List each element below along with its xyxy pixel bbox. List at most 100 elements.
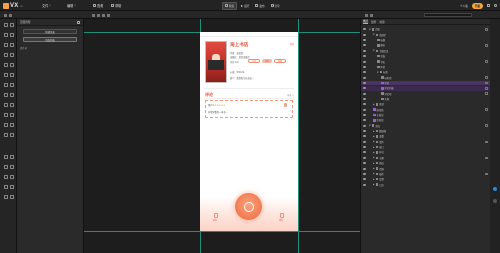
visibility-icon[interactable] xyxy=(363,183,366,186)
chevron-down-icon[interactable]: ▼ xyxy=(369,124,371,127)
layer-row[interactable]: 书名 xyxy=(361,59,491,64)
align-center-icon[interactable] xyxy=(97,13,100,17)
frame-tool-icon[interactable] xyxy=(10,23,14,27)
lock-icon[interactable] xyxy=(485,81,488,85)
visibility-icon[interactable] xyxy=(363,33,366,36)
chevron-right-icon[interactable]: ▶ xyxy=(373,140,375,143)
layer-row[interactable]: ▶ 数据源 xyxy=(361,129,491,134)
visibility-icon[interactable] xyxy=(363,39,366,42)
visibility-icon[interactable] xyxy=(363,124,366,127)
chevron-down-icon[interactable]: ▼ xyxy=(373,49,375,52)
menu-file[interactable]: 文件 ▾ xyxy=(42,0,51,11)
visibility-icon[interactable] xyxy=(363,71,366,74)
preview-button[interactable]: 预览 xyxy=(222,1,238,10)
theme-tool-icon[interactable] xyxy=(10,175,14,179)
visibility-icon[interactable] xyxy=(363,108,366,111)
phone-artboard[interactable]: 海上书店 分享 作者：某某某 出版社：某某出版社 评分 9.2 小说 文学 经典… xyxy=(200,32,298,231)
lock-icon[interactable] xyxy=(485,124,488,127)
visibility-icon[interactable] xyxy=(363,81,366,84)
chevron-right-icon[interactable]: ▶ xyxy=(373,103,375,106)
distribute-icon[interactable] xyxy=(107,13,110,17)
align-right-icon[interactable] xyxy=(102,13,105,17)
menu-help[interactable]: 帮助 xyxy=(111,0,121,11)
chevron-down-icon[interactable]: ▼ xyxy=(369,28,371,31)
visibility-icon[interactable] xyxy=(363,97,366,100)
button-tool-icon[interactable] xyxy=(4,53,8,57)
app-logo[interactable]: VX ai xyxy=(3,1,23,10)
layer-row[interactable]: ▶ 资源 xyxy=(361,166,491,171)
tab-tool-icon[interactable] xyxy=(4,113,8,117)
layer-row[interactable]: ▼ 全局 xyxy=(361,123,491,128)
visibility-icon[interactable] xyxy=(363,156,366,159)
lock-icon[interactable] xyxy=(485,44,488,47)
video-tool-icon[interactable] xyxy=(4,93,8,97)
lock-icon[interactable] xyxy=(485,87,488,90)
avatar[interactable] xyxy=(494,4,497,7)
tab-layers[interactable]: 图层 xyxy=(363,19,369,24)
layer-row[interactable]: ▼ 书籍信息 xyxy=(361,48,491,53)
visibility-icon[interactable] xyxy=(363,119,366,122)
visibility-icon[interactable] xyxy=(363,65,366,68)
home-icon[interactable] xyxy=(214,213,218,218)
chevron-right-icon[interactable]: ▶ xyxy=(373,183,375,186)
undo-icon[interactable] xyxy=(4,13,7,17)
layer-row[interactable]: ▶ 主题 xyxy=(361,155,491,160)
lock-icon[interactable] xyxy=(485,108,488,111)
publish-button[interactable]: 发布 xyxy=(253,3,266,9)
rect-tool-icon[interactable] xyxy=(4,43,8,47)
lock-icon[interactable] xyxy=(485,140,488,144)
redo-icon[interactable] xyxy=(9,13,12,17)
text-tool-icon[interactable] xyxy=(4,33,8,37)
menu-edit[interactable]: 编辑 ▾ xyxy=(67,0,76,11)
visibility-icon[interactable] xyxy=(363,140,366,143)
visibility-icon[interactable] xyxy=(363,151,366,154)
visibility-icon[interactable] xyxy=(363,162,366,165)
lock-icon[interactable] xyxy=(485,92,488,95)
layer-row[interactable]: 评论项 xyxy=(361,91,491,96)
layer-row[interactable]: 主按钮 xyxy=(361,113,491,118)
chevron-right-icon[interactable]: ▶ xyxy=(373,146,375,149)
book-title[interactable]: 海上书店 xyxy=(230,42,248,48)
layer-row[interactable]: ▶ 插件 xyxy=(361,171,491,176)
chevron-down-icon[interactable]: ▼ xyxy=(373,33,375,36)
new-page-button[interactable]: 新建页面 xyxy=(23,29,77,34)
link-tool-icon[interactable] xyxy=(4,73,8,77)
layer-row[interactable]: 标题 xyxy=(361,38,491,43)
chevron-right-icon[interactable]: ▶ xyxy=(373,162,375,165)
layer-row[interactable]: 评论 xyxy=(361,80,491,86)
layer-row[interactable]: 头像 xyxy=(361,97,491,102)
assistant-icon[interactable] xyxy=(493,187,497,191)
tag-pill[interactable]: 小说 xyxy=(248,59,260,63)
layer-row[interactable]: ▶ 接口 xyxy=(361,145,491,150)
visibility-icon[interactable] xyxy=(363,103,366,106)
style-tool-icon[interactable] xyxy=(4,175,8,179)
align-left-icon[interactable] xyxy=(92,13,95,17)
layer-row[interactable]: ▶ 变量 xyxy=(361,134,491,139)
floating-action-button[interactable] xyxy=(235,193,262,220)
asset-tool-icon[interactable] xyxy=(4,185,8,189)
layer-row[interactable]: ▶ 日志 xyxy=(361,182,491,187)
select-tool-icon[interactable] xyxy=(4,23,8,27)
run-button[interactable]: 运行 xyxy=(239,3,251,9)
layer-row[interactable]: ▶ 事件 xyxy=(361,139,491,144)
tag-pill[interactable]: 经典 xyxy=(274,59,286,63)
layer-row[interactable]: 按钮组 xyxy=(361,107,491,112)
visibility-icon[interactable] xyxy=(363,178,366,181)
profile-icon[interactable] xyxy=(280,213,284,218)
layer-row[interactable]: 次按钮 xyxy=(361,118,491,123)
design-canvas[interactable]: 海上书店 分享 作者：某某某 出版社：某某出版社 评分 9.2 小说 文学 经典… xyxy=(84,19,360,253)
list-tool-icon[interactable] xyxy=(4,63,8,67)
visibility-icon[interactable] xyxy=(363,167,366,170)
visibility-icon[interactable] xyxy=(363,60,366,63)
component-tool-icon[interactable] xyxy=(4,133,8,137)
layer-row[interactable]: ▶ 样式 xyxy=(361,150,491,155)
visibility-icon[interactable] xyxy=(363,28,366,31)
page-list-button[interactable]: 页面列表 xyxy=(23,37,77,42)
layer-row[interactable]: ▼ 标签 xyxy=(361,70,491,75)
search-input[interactable] xyxy=(424,13,472,17)
lock-icon[interactable] xyxy=(485,28,488,31)
notification-icon[interactable] xyxy=(487,4,490,7)
layer-row[interactable]: 图标 xyxy=(361,43,491,48)
setting-tool-icon[interactable] xyxy=(10,185,14,189)
grid-tool-icon[interactable] xyxy=(10,63,14,67)
